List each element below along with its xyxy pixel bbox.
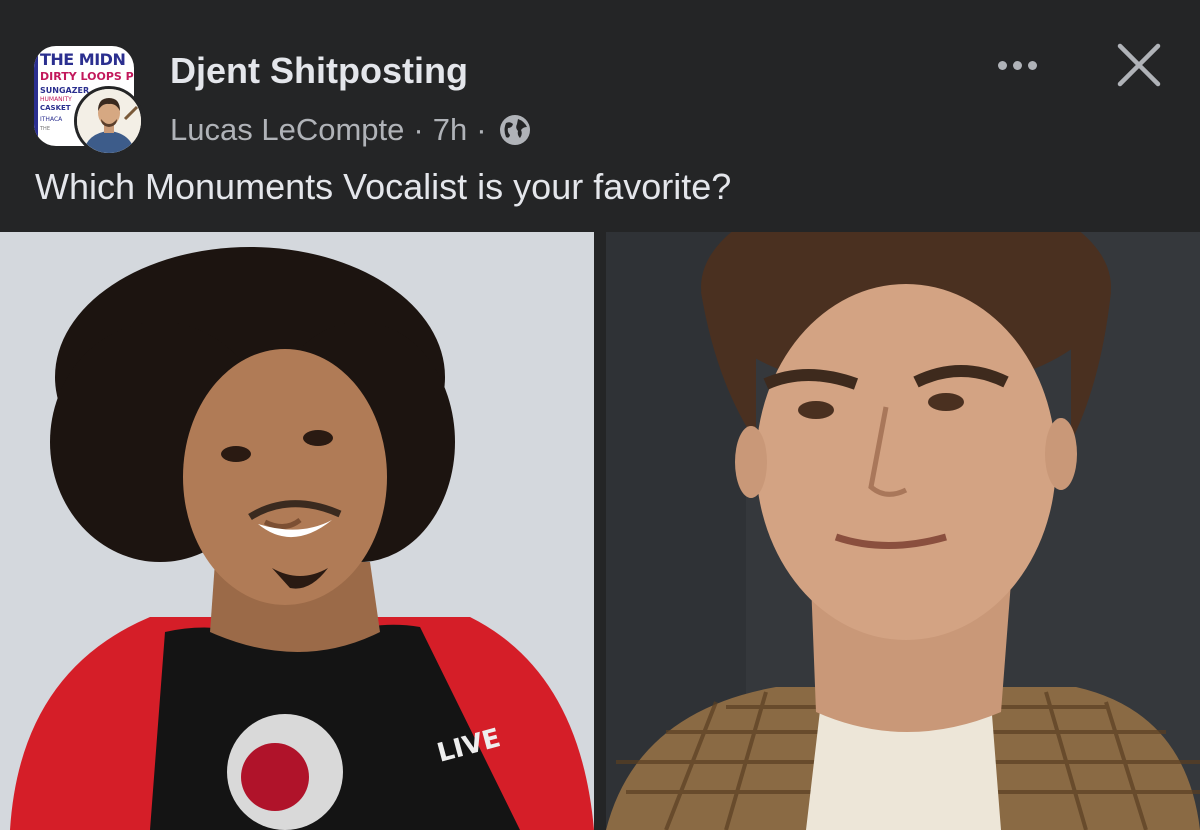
photo-image [606,232,1200,830]
group-avatar-text: THE MIDN [40,50,126,69]
photo-grid: LIVE [0,232,1200,830]
meta-separator: · [476,112,487,147]
globe-icon[interactable] [498,113,532,147]
close-icon [1117,43,1161,87]
author-name-link[interactable]: Lucas LeCompte [170,112,404,148]
group-avatar-stripe [34,46,38,146]
more-horizontal-icon [1027,60,1037,70]
meta-separator: · [413,112,424,147]
author-avatar-image [77,89,141,153]
post-time[interactable]: 7h [433,112,467,148]
close-button[interactable] [1114,40,1164,90]
more-horizontal-icon [1012,60,1022,70]
group-name-link[interactable]: Djent Shitposting [170,50,468,92]
post-photo-right[interactable] [606,232,1200,830]
group-avatar-text: HUMANITY [40,96,72,103]
author-avatar[interactable] [74,86,144,156]
post-caption: Which Monuments Vocalist is your favorit… [35,166,732,207]
group-avatar-text: THE [40,126,50,132]
group-avatar-text: CASKET [40,104,71,112]
photo-image: LIVE [0,232,594,830]
post-header: THE MIDN DIRTY LOOPS PLIN SUNGAZER HUMAN… [0,0,1200,232]
post-meta: Lucas LeCompte · 7h · [170,110,532,150]
more-options-button[interactable] [990,50,1044,80]
group-avatar-text: ITHACA [40,116,63,123]
post-photo-left[interactable]: LIVE [0,232,594,830]
group-avatar-text: SUNGAZER [40,86,90,95]
more-horizontal-icon [997,60,1007,70]
group-avatar-text: DIRTY LOOPS PLIN [40,70,134,83]
